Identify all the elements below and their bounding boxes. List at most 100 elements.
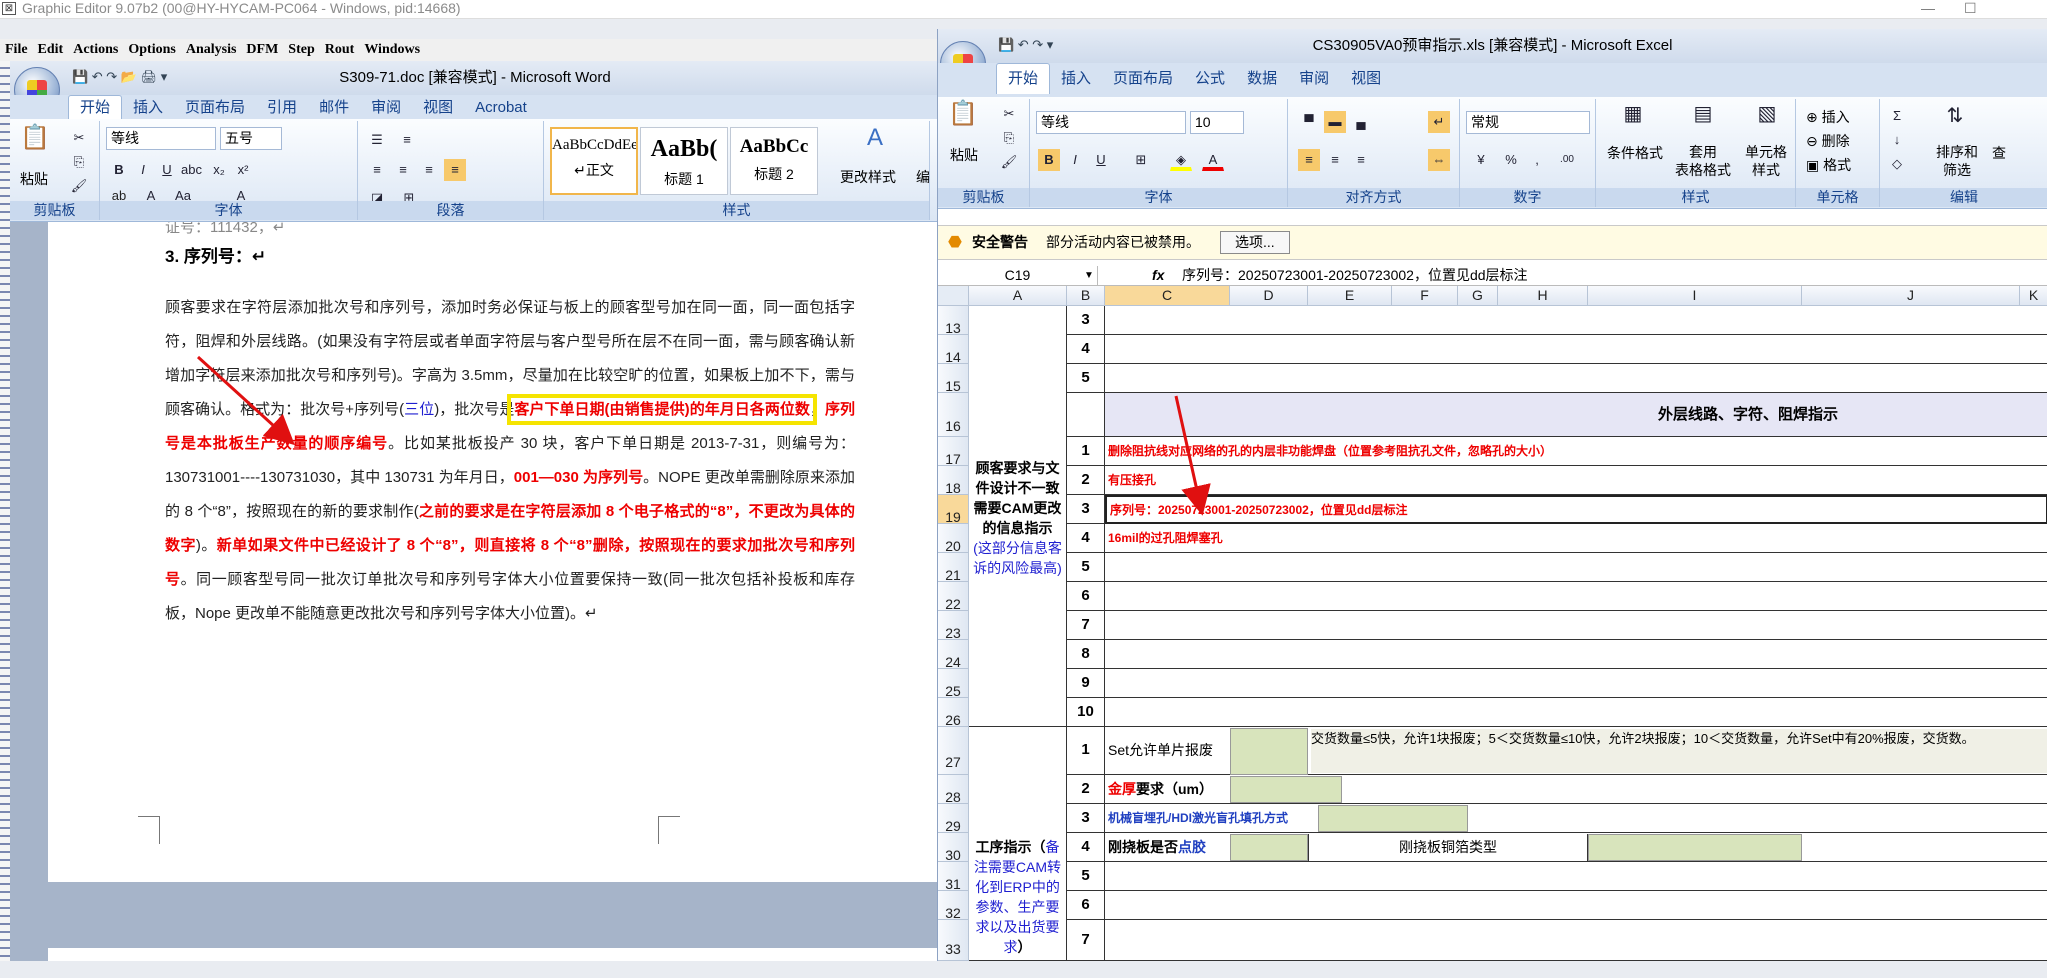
fill-icon[interactable]: ↓ — [1886, 129, 1908, 151]
table-row[interactable] — [1105, 306, 2047, 335]
conditional-format-label[interactable]: 条件格式 — [1600, 143, 1670, 163]
excel-paste-icon[interactable]: 📋 — [946, 102, 980, 137]
col-header-g[interactable]: G — [1458, 286, 1498, 306]
cell-styles-label[interactable]: 单元格 样式 — [1736, 143, 1796, 179]
maximize-icon[interactable]: ☐ — [1964, 0, 1977, 17]
paste-icon[interactable]: 📋 — [18, 126, 52, 161]
autosum-icon[interactable]: Σ — [1886, 105, 1908, 127]
item-number[interactable]: 3 — [1067, 495, 1105, 524]
item-number[interactable]: 3 — [1067, 804, 1105, 833]
menu-rout[interactable]: Rout — [320, 39, 360, 61]
name-box-dropdown-icon[interactable]: ▼ — [1084, 266, 1094, 285]
format-table-icon[interactable]: ▤ — [1688, 103, 1718, 133]
item-number[interactable]: 6 — [1067, 582, 1105, 611]
col-header-e[interactable]: E — [1308, 286, 1392, 306]
excel-copy-icon[interactable]: ⎘ — [998, 127, 1020, 149]
paste-label[interactable]: 粘贴 — [20, 169, 48, 189]
table-row[interactable] — [1105, 611, 2047, 640]
input-cell[interactable] — [1588, 834, 1802, 861]
subscript-icon[interactable]: x₂ — [208, 159, 230, 181]
row-header[interactable]: 21 — [938, 553, 969, 583]
row-header[interactable]: 27 — [938, 727, 969, 775]
excel-align-center-icon[interactable]: ≡ — [1324, 149, 1346, 171]
item-number[interactable]: 4 — [1067, 524, 1105, 553]
row-header[interactable]: 26 — [938, 698, 969, 728]
formula-input[interactable]: 序列号：20250723001-20250723002，位置见dd层标注 — [1182, 266, 1528, 285]
format-painter-icon[interactable]: 🖌 — [68, 175, 90, 197]
sort-filter-label[interactable]: 排序和 筛选 — [1924, 143, 1990, 179]
excel-tab-insert[interactable]: 插入 — [1050, 64, 1102, 94]
input-cell[interactable] — [1230, 776, 1342, 803]
editing-label[interactable]: 编 — [916, 167, 930, 187]
tab-page-layout[interactable]: 页面布局 — [174, 96, 256, 120]
font-size-select[interactable]: 五号 — [220, 127, 282, 150]
row-header[interactable]: 18 — [938, 466, 969, 496]
table-row[interactable]: 机械盲埋孔/HDI激光盲孔填孔方式 — [1105, 804, 2047, 833]
excel-font-size-select[interactable]: 10 — [1190, 111, 1244, 134]
item-number[interactable]: 7 — [1067, 920, 1105, 961]
row-header[interactable]: 30 — [938, 833, 969, 863]
find-label[interactable]: 查 — [1992, 143, 2006, 163]
row-header[interactable]: 29 — [938, 804, 969, 834]
align-bottom-icon[interactable]: ▄ — [1350, 111, 1372, 133]
comma-icon[interactable]: , — [1526, 149, 1548, 171]
item-number[interactable]: 9 — [1067, 669, 1105, 698]
table-row[interactable] — [1105, 335, 2047, 364]
section1-label-cell[interactable]: 顾客要求与文件设计不一致需要CAM更改的信息指示 (这部分信息客诉的风险最高) — [969, 306, 1067, 727]
row-header[interactable]: 28 — [938, 775, 969, 805]
row-header[interactable]: 13 — [938, 306, 969, 336]
row-header[interactable]: 25 — [938, 669, 969, 699]
align-top-icon[interactable]: ▀ — [1298, 111, 1320, 133]
style-normal[interactable]: AaBbCcDdEe ↵正文 — [550, 127, 638, 195]
excel-align-right-icon[interactable]: ≡ — [1350, 149, 1372, 171]
col-header-j[interactable]: J — [1802, 286, 2020, 306]
table-row[interactable] — [1105, 640, 2047, 669]
delete-cells-button[interactable]: ⊖ 删除 — [1806, 131, 1850, 151]
item-number[interactable]: 5 — [1067, 862, 1105, 891]
excel-tab-data[interactable]: 数据 — [1236, 64, 1288, 94]
quick-access-toolbar[interactable]: 💾 ↶ ↷ 📂 🖨 ▾ — [72, 69, 167, 85]
document-page[interactable]: 证号：111432，↵ 3. 序列号：↵ 顾客要求在字符层添加批次号和序列号，添… — [48, 222, 940, 882]
change-styles-label[interactable]: 更改样式 — [840, 167, 896, 187]
superscript-icon[interactable]: x² — [232, 159, 254, 181]
tab-acrobat[interactable]: Acrobat — [464, 96, 538, 120]
align-right-icon[interactable]: ≡ — [418, 159, 440, 181]
style-heading-1[interactable]: AaBb( 标题 1 — [640, 127, 728, 195]
format-cells-button[interactable]: ▣ 格式 — [1806, 155, 1851, 175]
section1-header[interactable]: 外层线路、字符、阻焊指示 — [1105, 393, 2047, 437]
input-cell[interactable] — [1318, 805, 1468, 832]
excel-fill-color-icon[interactable]: ◈ — [1170, 149, 1192, 171]
excel-cut-icon[interactable]: ✂ — [998, 103, 1020, 125]
table-row[interactable] — [1105, 920, 2047, 961]
excel-font-color-icon[interactable]: A — [1202, 149, 1224, 171]
style-heading-2[interactable]: AaBbCc 标题 2 — [730, 127, 818, 195]
excel-bold-icon[interactable]: B — [1038, 149, 1060, 171]
excel-tab-page-layout[interactable]: 页面布局 — [1102, 64, 1184, 94]
percent-icon[interactable]: % — [1500, 149, 1522, 171]
col-header-a[interactable]: A — [969, 286, 1067, 306]
table-row[interactable] — [1105, 891, 2047, 920]
row-header[interactable]: 16 — [938, 393, 969, 437]
tab-insert[interactable]: 插入 — [122, 96, 174, 120]
minimize-icon[interactable]: — — [1921, 0, 1935, 17]
bold-icon[interactable]: B — [108, 159, 130, 181]
row-header[interactable]: 24 — [938, 640, 969, 670]
table-row[interactable] — [1105, 862, 2047, 891]
col-header-c[interactable]: C — [1105, 286, 1230, 306]
row-header[interactable]: 15 — [938, 364, 969, 394]
align-center-icon[interactable]: ≡ — [392, 159, 414, 181]
menu-windows[interactable]: Windows — [359, 39, 425, 61]
table-row[interactable]: 16mil的过孔阻焊塞孔 — [1105, 524, 2047, 553]
menu-dfm[interactable]: DFM — [241, 39, 283, 61]
row-header[interactable]: 32 — [938, 891, 969, 921]
col-header-k[interactable]: K — [2020, 286, 2047, 306]
insert-cells-button[interactable]: ⊕ 插入 — [1806, 107, 1850, 127]
item-number[interactable]: 1 — [1067, 727, 1105, 775]
cut-icon[interactable]: ✂ — [68, 127, 90, 149]
excel-paste-label[interactable]: 粘贴 — [950, 145, 978, 165]
excel-quick-access-toolbar[interactable]: 💾 ↶ ↷ ▾ — [998, 37, 1053, 53]
item-number[interactable]: 5 — [1067, 364, 1105, 393]
menu-actions[interactable]: Actions — [68, 39, 123, 61]
scrap-rule-note[interactable]: 交货数量≤5快，允许1块报废；5＜交货数量≤10快，允许2块报废；10＜交货数量… — [1311, 729, 2047, 773]
tab-home[interactable]: 开始 — [68, 95, 123, 120]
